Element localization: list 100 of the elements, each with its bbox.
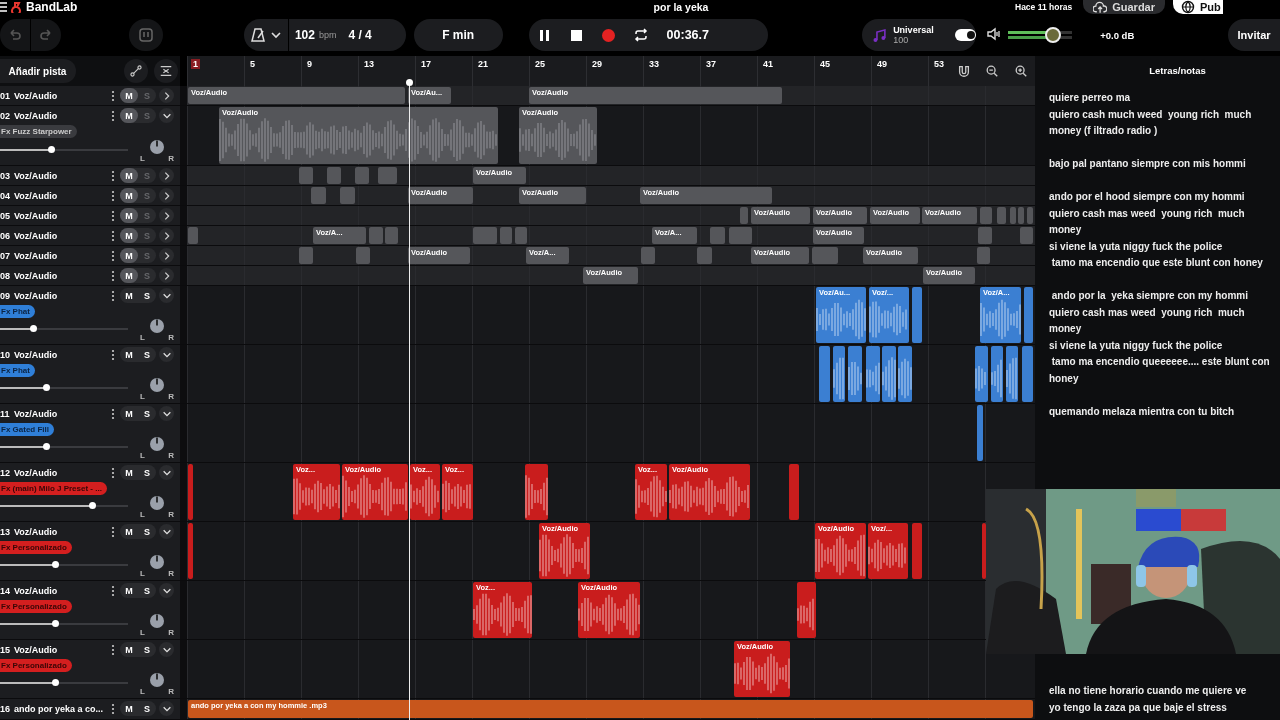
slider-thumb[interactable] (52, 679, 60, 686)
audio-clip[interactable] (912, 287, 922, 343)
more-icon[interactable] (111, 109, 115, 122)
expand-button[interactable] (159, 188, 174, 203)
audio-clip[interactable] (898, 346, 912, 402)
expand-button[interactable] (159, 288, 174, 303)
track-name[interactable]: Voz/Audio (14, 467, 106, 478)
audio-clip[interactable] (729, 227, 752, 244)
mute-button[interactable]: M (120, 228, 138, 243)
solo-button[interactable]: S (138, 642, 156, 657)
audio-clip[interactable] (1027, 207, 1033, 224)
audio-clip[interactable] (812, 247, 838, 264)
track-name[interactable]: Voz/Audio (14, 290, 106, 301)
slider-thumb[interactable] (30, 325, 38, 332)
more-icon[interactable] (111, 407, 115, 420)
mute-button[interactable]: M (120, 406, 138, 421)
menu-icon[interactable] (0, 0, 7, 14)
zoom-out-button[interactable] (985, 64, 1000, 78)
pan-knob-icon[interactable] (149, 139, 165, 155)
slider-thumb[interactable] (43, 384, 51, 391)
snap-button[interactable] (957, 64, 972, 78)
effect-tag[interactable]: Fx Phat (0, 364, 35, 377)
mute-button[interactable]: M (120, 583, 138, 598)
track-name[interactable]: Voz/Audio (14, 90, 106, 101)
mute-button[interactable]: M (120, 465, 138, 480)
audio-clip[interactable] (710, 227, 725, 244)
audio-clip[interactable] (982, 523, 986, 579)
preset-value[interactable]: 100 (893, 35, 949, 45)
audio-clip[interactable] (833, 346, 845, 402)
audio-clip[interactable] (188, 227, 198, 244)
track-name[interactable]: Voz/Audio (14, 408, 106, 419)
audio-clip[interactable] (340, 187, 355, 204)
preset-toggle[interactable] (954, 29, 977, 41)
master-volume-slider[interactable] (1008, 29, 1073, 41)
expand-button[interactable] (159, 524, 174, 539)
expand-button[interactable] (159, 88, 174, 103)
mute-button[interactable]: M (120, 288, 138, 303)
audio-clip[interactable] (473, 227, 497, 244)
solo-button[interactable]: S (138, 701, 156, 716)
audio-clip[interactable] (299, 247, 313, 264)
publish-button[interactable]: Pub (1173, 0, 1223, 14)
audio-clip[interactable] (866, 346, 880, 402)
track-name[interactable]: ando por yeka a co... (14, 703, 106, 714)
audio-clip[interactable] (882, 346, 896, 402)
track-name[interactable]: Voz/Audio (14, 270, 106, 281)
zoom-in-button[interactable] (1013, 64, 1028, 78)
mute-button[interactable]: M (120, 701, 138, 716)
expand-button[interactable] (159, 248, 174, 263)
expand-button[interactable] (159, 268, 174, 283)
audio-clip[interactable] (356, 247, 370, 264)
mute-button[interactable]: M (120, 88, 138, 103)
expand-button[interactable] (159, 168, 174, 183)
expand-button[interactable] (159, 583, 174, 598)
audio-clip[interactable] (980, 207, 992, 224)
audio-clip[interactable] (997, 207, 1006, 224)
audio-clip[interactable] (188, 464, 193, 520)
slider-thumb[interactable] (1045, 27, 1061, 43)
track-name[interactable]: Voz/Audio (14, 349, 106, 360)
audio-clip[interactable] (912, 523, 922, 579)
add-track-button[interactable]: Añadir pista (0, 59, 76, 83)
track-name[interactable]: Voz/Audio (14, 585, 106, 596)
more-icon[interactable] (111, 209, 115, 222)
pan-knob-icon[interactable] (149, 554, 165, 570)
mute-button[interactable]: M (120, 268, 138, 283)
track-name[interactable]: Voz/Audio (14, 526, 106, 537)
pan-knob-icon[interactable] (149, 495, 165, 511)
audio-clip[interactable] (819, 346, 830, 402)
more-icon[interactable] (111, 289, 115, 302)
solo-button[interactable]: S (138, 406, 156, 421)
more-icon[interactable] (111, 466, 115, 479)
track-name[interactable]: Voz/Audio (14, 230, 106, 241)
expand-button[interactable] (159, 701, 174, 716)
tempo-button[interactable]: 102 bpm (288, 19, 343, 51)
pan-knob-icon[interactable] (149, 377, 165, 393)
audio-clip[interactable] (797, 582, 816, 638)
slider-thumb[interactable] (89, 502, 97, 509)
solo-button[interactable]: S (138, 583, 156, 598)
audio-clip[interactable] (500, 227, 512, 244)
more-icon[interactable] (111, 348, 115, 361)
more-icon[interactable] (111, 189, 115, 202)
save-button[interactable]: Guardar (1083, 0, 1165, 14)
more-icon[interactable] (111, 269, 115, 282)
audio-clip[interactable] (311, 187, 326, 204)
audio-clip[interactable] (1022, 346, 1033, 402)
audio-clip[interactable] (789, 464, 799, 520)
audio-clip[interactable] (975, 346, 988, 402)
expand-button[interactable] (159, 108, 174, 123)
mute-button[interactable]: M (120, 248, 138, 263)
solo-button[interactable]: S (138, 347, 156, 362)
pan-knob-icon[interactable] (149, 613, 165, 629)
more-icon[interactable] (111, 584, 115, 597)
effect-tag[interactable]: Fx Phat (0, 305, 35, 318)
audio-clip[interactable] (978, 227, 992, 244)
mute-button[interactable]: M (120, 168, 138, 183)
audio-clip[interactable] (848, 346, 862, 402)
audio-clip[interactable] (1010, 207, 1016, 224)
pan-knob-icon[interactable] (149, 672, 165, 688)
audio-clip[interactable] (1018, 207, 1024, 224)
invite-button[interactable]: Invitar (1228, 19, 1280, 51)
automation-button[interactable] (124, 59, 148, 83)
